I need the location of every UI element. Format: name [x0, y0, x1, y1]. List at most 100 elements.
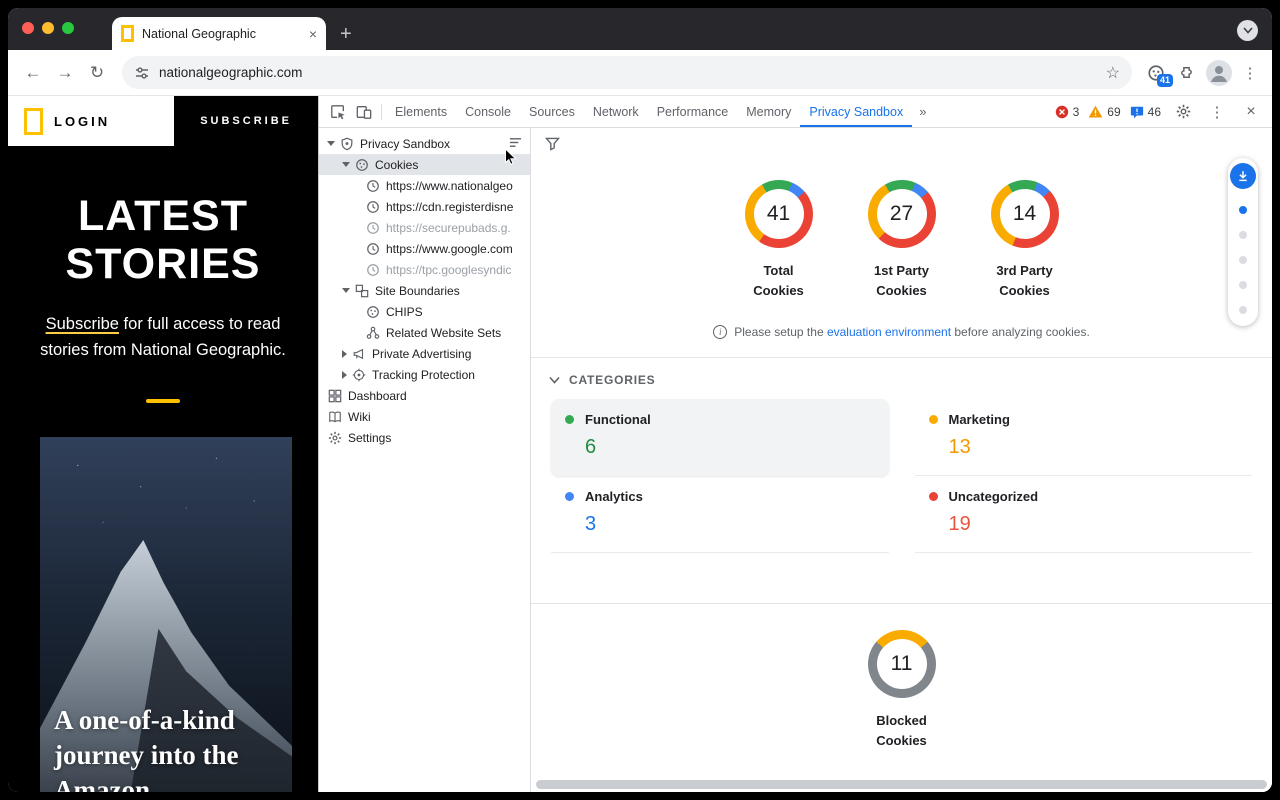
category-functional[interactable]: Functional 6	[551, 399, 889, 476]
reload-button[interactable]: ↻	[82, 58, 112, 88]
devtools-settings-button[interactable]	[1170, 99, 1196, 125]
tree-item-related-website-sets[interactable]: Related Website Sets	[319, 322, 530, 343]
site-settings-icon[interactable]	[134, 65, 150, 81]
story-title[interactable]: A one-of-a-kind journey into the Amazon	[54, 703, 288, 792]
tree-item-site-boundaries[interactable]: Site Boundaries	[319, 280, 530, 301]
sitemap-icon	[365, 325, 381, 341]
expand-arrow-icon[interactable]	[342, 162, 350, 167]
clock-icon	[365, 199, 381, 215]
tree-item-chips[interactable]: CHIPS	[319, 301, 530, 322]
category-analytics[interactable]: Analytics 3	[551, 476, 889, 553]
categories-title: CATEGORIES	[569, 373, 655, 387]
close-window-button[interactable]	[22, 22, 34, 34]
puzzle-icon	[1178, 64, 1195, 81]
profile-avatar[interactable]	[1206, 60, 1232, 86]
download-button[interactable]	[1230, 163, 1256, 189]
tab-memory[interactable]: Memory	[737, 96, 800, 127]
extensions-button[interactable]	[1172, 59, 1200, 87]
subscribe-button[interactable]: SUBSCRIBE	[174, 96, 318, 146]
browser-window: National Geographic × + ← → ↻ nationalge…	[8, 8, 1272, 792]
blocked-cookies-section: 11 Blocked Cookies	[531, 603, 1272, 751]
zoom-window-button[interactable]	[62, 22, 74, 34]
expand-arrow-icon[interactable]	[342, 350, 347, 358]
horizontal-scrollbar[interactable]	[536, 780, 1267, 789]
login-button[interactable]: LOGIN	[54, 114, 110, 129]
forward-button[interactable]: →	[50, 58, 80, 88]
category-uncategorized[interactable]: Uncategorized 19	[915, 476, 1253, 553]
category-dot	[929, 415, 938, 424]
nav-dot[interactable]	[1239, 231, 1247, 239]
browser-tab[interactable]: National Geographic ×	[112, 17, 326, 50]
browser-toolbar: ← → ↻ nationalgeographic.com ☆ 41	[8, 50, 1272, 96]
donut-third-party-cookies[interactable]: 14 3rd Party Cookies	[980, 180, 1070, 301]
new-tab-button[interactable]: +	[340, 24, 352, 44]
tab-privacy-sandbox[interactable]: Privacy Sandbox	[800, 96, 912, 127]
bookmark-star-icon[interactable]: ☆	[1106, 63, 1120, 83]
expand-arrow-icon[interactable]	[342, 371, 347, 379]
back-button[interactable]: ←	[18, 58, 48, 88]
traffic-lights	[22, 22, 74, 34]
tab-search-button[interactable]	[1237, 20, 1258, 41]
site-boundaries-icon	[354, 283, 370, 299]
tab-console[interactable]: Console	[456, 96, 520, 127]
devtools-menu-button[interactable]: ⋮	[1205, 103, 1229, 121]
nav-dot[interactable]	[1239, 281, 1247, 289]
tree-item-privacy-sandbox[interactable]: Privacy Sandbox	[319, 133, 530, 154]
tree-item-cookie-origin[interactable]: https://securepubads.g.	[319, 217, 530, 238]
tab-sources[interactable]: Sources	[520, 96, 584, 127]
nav-dot[interactable]	[1239, 306, 1247, 314]
tree-item-wiki[interactable]: Wiki	[319, 406, 530, 427]
donut-first-party-cookies[interactable]: 27 1st Party Cookies	[857, 180, 947, 301]
tree-item-private-advertising[interactable]: Private Advertising	[319, 343, 530, 364]
tree-item-settings[interactable]: Settings	[319, 427, 530, 448]
filter-funnel-icon[interactable]	[545, 137, 560, 151]
evaluation-environment-link[interactable]: evaluation environment	[827, 325, 951, 339]
tree-item-cookies[interactable]: Cookies	[319, 154, 530, 175]
device-toolbar-button[interactable]	[351, 99, 377, 125]
donut-ring: 41	[745, 180, 813, 248]
category-count: 3	[585, 513, 875, 536]
tree-item-cookie-origin[interactable]: https://cdn.registerdisne	[319, 196, 530, 217]
extension-badge: 41	[1157, 74, 1173, 87]
natgeo-logo[interactable]	[24, 108, 43, 135]
megaphone-icon	[351, 346, 367, 362]
cookie-donuts: 41 Total Cookies 27 1st Party Cookies	[531, 128, 1272, 301]
browser-menu-button[interactable]: ⋮	[1238, 64, 1262, 82]
category-dot	[929, 492, 938, 501]
category-count: 19	[949, 513, 1239, 536]
floating-toolbar	[1228, 158, 1258, 326]
nav-dot[interactable]	[1239, 256, 1247, 264]
more-tabs-button[interactable]: »	[912, 104, 933, 119]
content-area: LOGIN SUBSCRIBE LATEST STORIES Subscribe…	[8, 96, 1272, 792]
tree-item-cookie-origin[interactable]: https://tpc.googlesyndic	[319, 259, 530, 280]
book-icon	[327, 409, 343, 425]
tab-close-icon[interactable]: ×	[309, 27, 317, 41]
story-image[interactable]: A one-of-a-kind journey into the Amazon	[40, 437, 292, 792]
category-name: Uncategorized	[949, 489, 1039, 504]
tree-item-cookie-origin[interactable]: https://www.google.com	[319, 238, 530, 259]
issues-counter[interactable]: 46	[1130, 105, 1161, 119]
inspect-element-button[interactable]	[325, 99, 351, 125]
categories-section-header[interactable]: CATEGORIES	[531, 357, 1272, 387]
donut-ring: 14	[991, 180, 1059, 248]
privacy-extension-button[interactable]: 41	[1142, 59, 1170, 87]
clock-icon	[365, 220, 381, 236]
tab-elements[interactable]: Elements	[386, 96, 456, 127]
tab-network[interactable]: Network	[584, 96, 648, 127]
tree-item-tracking-protection[interactable]: Tracking Protection	[319, 364, 530, 385]
warning-counter[interactable]: 69	[1088, 105, 1120, 119]
tree-item-dashboard[interactable]: Dashboard	[319, 385, 530, 406]
donut-blocked-cookies[interactable]: 11 Blocked Cookies	[857, 630, 947, 751]
address-bar[interactable]: nationalgeographic.com ☆	[122, 56, 1132, 89]
tree-item-cookie-origin[interactable]: https://www.nationalgeo	[319, 175, 530, 196]
category-marketing[interactable]: Marketing 13	[915, 399, 1253, 476]
donut-total-cookies[interactable]: 41 Total Cookies	[734, 180, 824, 301]
expand-arrow-icon[interactable]	[327, 141, 335, 146]
nav-dot-active[interactable]	[1239, 206, 1247, 214]
expand-arrow-icon[interactable]	[342, 288, 350, 293]
tab-performance[interactable]: Performance	[648, 96, 738, 127]
minimize-window-button[interactable]	[42, 22, 54, 34]
error-counter[interactable]: 3	[1055, 105, 1080, 119]
subscribe-link[interactable]: Subscribe	[46, 315, 119, 333]
devtools-close-button[interactable]: ×	[1238, 99, 1264, 125]
